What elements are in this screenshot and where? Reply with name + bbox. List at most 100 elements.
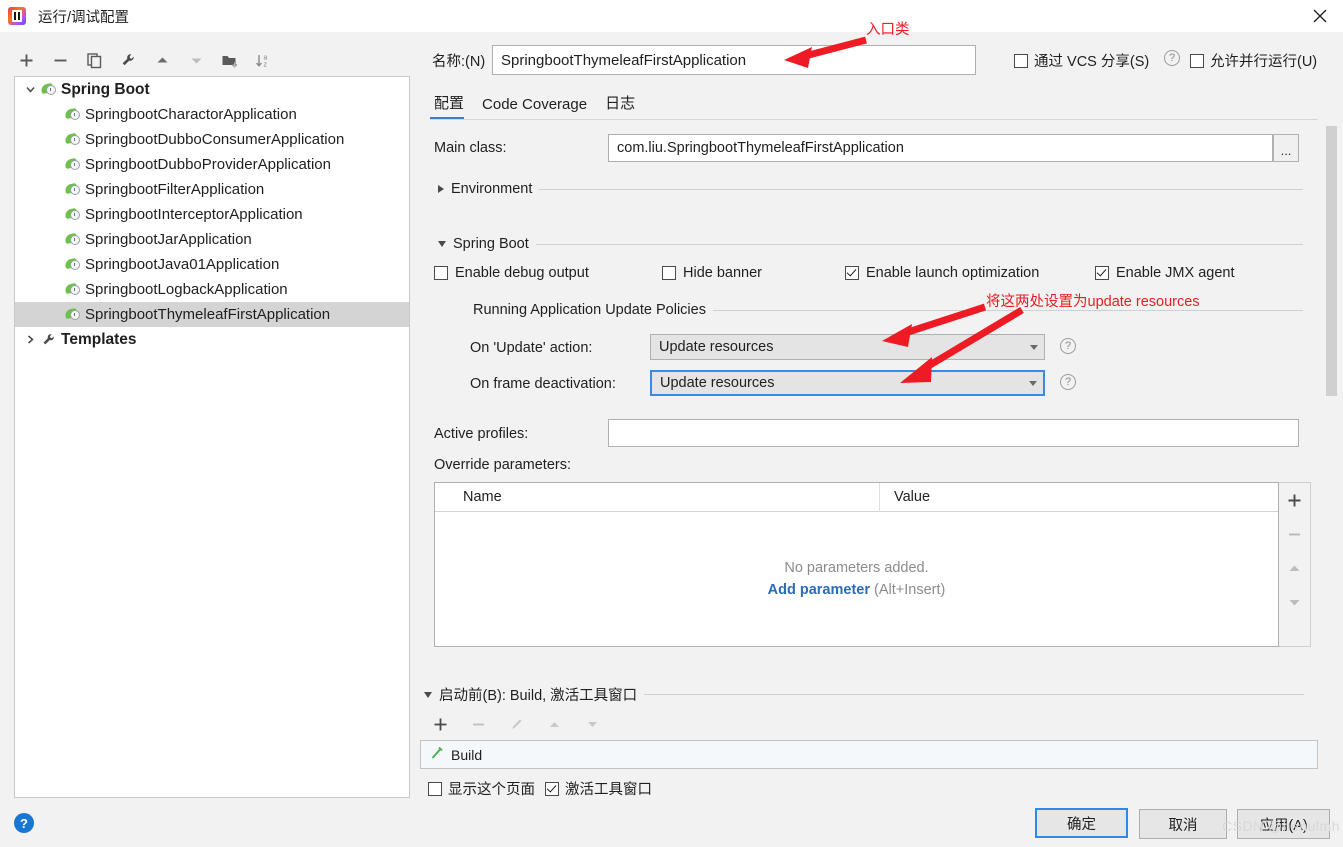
tree-item-label: SpringbootInterceptorApplication <box>85 206 303 223</box>
pencil-icon[interactable] <box>504 712 528 736</box>
remove-parameter-button[interactable] <box>1284 523 1306 545</box>
checkbox-box[interactable] <box>428 781 442 796</box>
spring-boot-section-header[interactable]: Spring Boot <box>438 236 1303 252</box>
move-parameter-up-button[interactable] <box>1284 557 1306 579</box>
add-parameter-button[interactable] <box>1284 489 1306 511</box>
environment-section-header[interactable]: Environment <box>438 181 1303 197</box>
override-parameters-label: Override parameters: <box>434 457 571 473</box>
spring-boot-icon <box>64 207 82 222</box>
enable-debug-output-checkbox[interactable]: Enable debug output <box>434 265 589 281</box>
table-header-row: Name Value <box>435 482 1278 512</box>
activate-tool-window-checkbox[interactable]: 激活工具窗口 <box>545 778 652 799</box>
on-update-action-dropdown[interactable]: Update resources <box>650 334 1045 360</box>
browse-main-class-button[interactable]: ... <box>1273 134 1299 162</box>
copy-icon[interactable] <box>82 48 106 72</box>
enable-jmx-agent-checkbox[interactable]: Enable JMX agent <box>1095 265 1235 281</box>
tree-item-dubbo-consumer[interactable]: SpringbootDubboConsumerApplication <box>15 127 409 152</box>
plus-icon[interactable] <box>14 48 38 72</box>
tree-item-interceptor[interactable]: SpringbootInterceptorApplication <box>15 202 409 227</box>
tree-item-java01[interactable]: SpringbootJava01Application <box>15 252 409 277</box>
on-update-action-help-icon[interactable]: ? <box>1060 336 1076 354</box>
show-this-page-label: 显示这个页面 <box>448 782 535 798</box>
allow-parallel-run-label: 允许并行运行(U) <box>1210 54 1318 70</box>
table-empty-state: No parameters added. Add parameter (Alt+… <box>435 512 1278 646</box>
tree-group-spring-boot[interactable]: Spring Boot <box>15 77 409 102</box>
tree-item-label: SpringbootLogbackApplication <box>85 281 288 298</box>
tree-item-charactor[interactable]: SpringbootCharactorApplication <box>15 102 409 127</box>
task-down-button[interactable] <box>580 712 604 736</box>
tree-item-filter[interactable]: SpringbootFilterApplication <box>15 177 409 202</box>
tree-item-label: SpringbootCharactorApplication <box>85 106 297 123</box>
configurations-tree[interactable]: Spring Boot SpringbootCharactorApplicati… <box>14 76 410 798</box>
chevron-right-icon[interactable] <box>19 334 41 345</box>
tree-item-dubbo-provider[interactable]: SpringbootDubboProviderApplication <box>15 152 409 177</box>
checkbox-box[interactable] <box>1190 53 1204 68</box>
hide-banner-checkbox[interactable]: Hide banner <box>662 265 762 281</box>
configuration-name-input[interactable] <box>492 45 976 75</box>
allow-parallel-run-checkbox[interactable]: 允许并行运行(U) <box>1190 50 1317 71</box>
tree-item-label: SpringbootFilterApplication <box>85 181 265 198</box>
checkbox-box[interactable] <box>845 266 859 280</box>
empty-message: No parameters added. <box>784 560 929 576</box>
show-this-page-checkbox[interactable]: 显示这个页面 <box>428 778 535 799</box>
checkbox-box[interactable] <box>1095 266 1109 280</box>
task-label: Build <box>451 746 483 763</box>
folder-add-icon[interactable] <box>218 48 242 72</box>
remove-task-button[interactable] <box>466 712 490 736</box>
spring-boot-icon <box>40 82 58 97</box>
tab-code-coverage[interactable]: Code Coverage <box>478 96 601 120</box>
chevron-down-icon[interactable] <box>19 84 41 95</box>
move-parameter-down-button[interactable] <box>1284 591 1306 613</box>
help-icon[interactable]: ? <box>1164 50 1180 66</box>
run-debug-configurations-dialog: 运行/调试配置 a z Spring Boot SpringbootCharac… <box>0 0 1343 847</box>
share-vcs-label: 通过 VCS 分享(S) <box>1034 54 1150 70</box>
main-class-label: Main class: <box>434 140 507 156</box>
chevron-right-icon[interactable] <box>438 185 444 193</box>
minus-icon[interactable] <box>48 48 72 72</box>
task-up-button[interactable] <box>542 712 566 736</box>
enable-jmx-agent-label: Enable JMX agent <box>1116 265 1235 281</box>
tab-configuration[interactable]: 配置 <box>430 92 478 120</box>
configuration-panel: Main class: ... Environment Spring Boot … <box>420 126 1320 671</box>
before-launch-header[interactable]: 启动前(B): Build, 激活工具窗口 <box>424 684 1305 705</box>
before-launch-task-list[interactable]: Build <box>420 740 1318 769</box>
add-parameter-link[interactable]: Add parameter <box>768 582 870 598</box>
wrench-icon[interactable] <box>116 48 140 72</box>
tree-group-templates[interactable]: Templates <box>15 327 409 352</box>
arrow-up-icon[interactable] <box>150 48 174 72</box>
checkbox-box[interactable] <box>662 266 676 280</box>
help-icon[interactable]: ? <box>14 813 34 833</box>
scrollbar-thumb[interactable] <box>1326 126 1337 396</box>
on-frame-deactivation-help-icon[interactable]: ? <box>1060 372 1076 390</box>
main-class-input[interactable] <box>608 134 1273 162</box>
spring-boot-icon <box>64 107 82 122</box>
chevron-down-icon[interactable] <box>438 241 446 247</box>
enable-launch-optimization-checkbox[interactable]: Enable launch optimization <box>845 265 1039 281</box>
ok-button[interactable]: 确定 <box>1035 808 1128 838</box>
share-vcs-help-icon[interactable]: ? <box>1164 50 1180 66</box>
arrow-down-icon[interactable] <box>184 48 208 72</box>
on-frame-deactivation-dropdown[interactable]: Update resources <box>650 370 1045 396</box>
override-parameters-table[interactable]: Name Value No parameters added. Add para… <box>434 482 1279 647</box>
content-scrollbar[interactable] <box>1325 126 1338 798</box>
tree-item-logback[interactable]: SpringbootLogbackApplication <box>15 277 409 302</box>
tab-logs[interactable]: 日志 <box>601 92 649 120</box>
checkbox-box[interactable] <box>1014 53 1028 68</box>
close-icon[interactable] <box>1297 0 1343 32</box>
cancel-button[interactable]: 取消 <box>1139 809 1227 839</box>
spring-boot-icon <box>64 157 82 172</box>
intellij-idea-icon <box>8 7 26 25</box>
active-profiles-input[interactable] <box>608 419 1299 447</box>
checkbox-box[interactable] <box>545 781 559 796</box>
on-update-action-value: Update resources <box>659 339 774 355</box>
annotation-entry-class: 入口类 <box>866 22 910 38</box>
add-task-button[interactable] <box>428 712 452 736</box>
checkbox-box[interactable] <box>434 266 448 280</box>
section-divider <box>535 243 1303 245</box>
chevron-down-icon[interactable] <box>424 691 432 698</box>
tree-item-thymeleaf-first[interactable]: SpringbootThymeleafFirstApplication <box>15 302 409 327</box>
sort-alpha-icon[interactable]: a z <box>252 48 276 72</box>
tree-item-jar[interactable]: SpringbootJarApplication <box>15 227 409 252</box>
on-frame-deactivation-value: Update resources <box>660 375 775 391</box>
share-vcs-checkbox[interactable]: 通过 VCS 分享(S) <box>1014 50 1149 71</box>
